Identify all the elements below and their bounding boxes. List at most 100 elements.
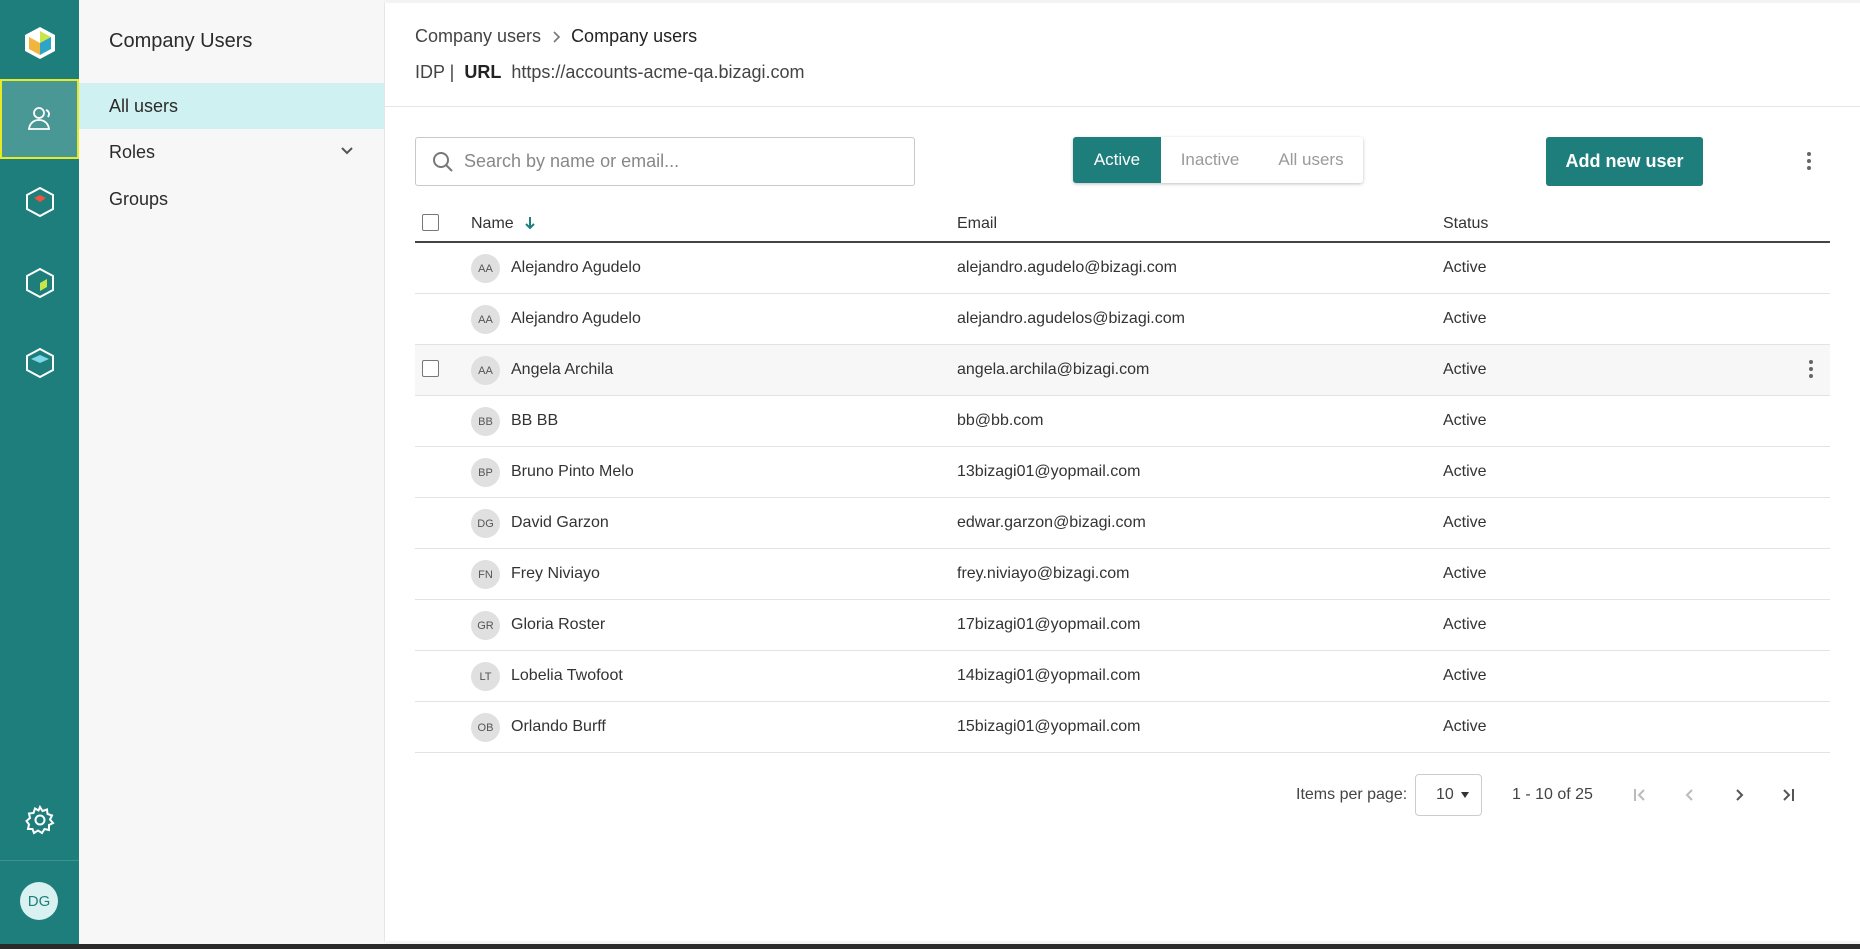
sidebar-item-roles[interactable]: Roles	[79, 129, 384, 175]
user-email: 14bizagi01@yopmail.com	[957, 667, 1141, 684]
page-range: 1 - 10 of 25	[1512, 786, 1593, 803]
table-row[interactable]: AA Alejandro Agudelo alejandro.agudelos@bi…	[415, 294, 1830, 345]
table-row[interactable]: BP Bruno Pinto Melo 13bizagi01@yopmail.com…	[415, 447, 1830, 498]
table-row[interactable]: FN Frey Niviayo frey.niviayo@bizagi.com Act…	[415, 549, 1830, 600]
status-badge: Active	[1443, 565, 1487, 582]
table-row[interactable]: DG David Garzon edwar.garzon@bizagi.com Act…	[415, 498, 1830, 549]
url-value: https://accounts-acme-qa.bizagi.com	[511, 62, 805, 82]
table-row[interactable]: GR Gloria Roster 17bizagi01@yopmail.com Act…	[415, 600, 1830, 651]
table-row[interactable]: AA Angela Archila angela.archila@bizagi.co…	[415, 345, 1830, 396]
column-header-name[interactable]: Name	[471, 215, 536, 233]
last-page-icon[interactable]	[1777, 784, 1799, 806]
user-name: Alejandro Agudelo	[511, 310, 641, 327]
user-email: alejandro.agudelos@bizagi.com	[957, 310, 1185, 327]
user-avatar[interactable]: DG	[20, 882, 58, 920]
header-divider	[385, 106, 1860, 107]
status-badge: Active	[1443, 310, 1487, 327]
user-name: David Garzon	[511, 514, 609, 531]
url-label: URL	[464, 62, 502, 82]
user-name: Angela Archila	[511, 361, 614, 378]
user-name: Frey Niviayo	[511, 565, 600, 582]
row-checkbox[interactable]	[422, 360, 439, 377]
status-badge: Active	[1443, 718, 1487, 735]
status-badge: Active	[1443, 412, 1487, 429]
user-email: 17bizagi01@yopmail.com	[957, 616, 1141, 633]
avatar: LT	[471, 662, 500, 691]
sort-arrow-down-icon	[525, 217, 535, 230]
bottom-strip	[0, 944, 1860, 949]
column-header-status[interactable]: Status	[1443, 215, 1488, 233]
avatar: AA	[471, 356, 500, 385]
table-body: AA Alejandro Agudelo alejandro.agudelo@biz…	[415, 243, 1830, 753]
sidebar-item-label: Roles	[109, 141, 156, 162]
user-email: frey.niviayo@bizagi.com	[957, 565, 1130, 582]
column-header-email[interactable]: Email	[957, 215, 997, 233]
user-name: Bruno Pinto Melo	[511, 463, 634, 480]
status-badge: Active	[1443, 259, 1487, 276]
row-actions-icon[interactable]	[1801, 360, 1821, 378]
avatar: BP	[471, 458, 500, 487]
column-name-label: Name	[471, 215, 514, 232]
table-header: Name Email Status	[415, 203, 1830, 243]
chevron-right-icon	[553, 30, 561, 43]
pagination: Items per page: 10 1 - 10 of 25	[385, 771, 1860, 817]
users-icon[interactable]	[0, 79, 79, 159]
search-input[interactable]	[464, 151, 884, 172]
avatar: AA	[471, 305, 500, 334]
first-page-icon[interactable]	[1629, 784, 1651, 806]
next-page-icon[interactable]	[1728, 784, 1750, 806]
user-name: Orlando Burff	[511, 718, 606, 735]
items-per-page-select[interactable]: 10	[1415, 774, 1482, 816]
add-new-user-button[interactable]: Add new user	[1546, 137, 1703, 186]
filter-active-button[interactable]: Active	[1073, 137, 1161, 183]
chevron-down-icon	[341, 147, 353, 155]
user-email: bb@bb.com	[957, 412, 1044, 429]
table-row[interactable]: AA Alejandro Agudelo alejandro.agudelo@biz…	[415, 243, 1830, 294]
table-row[interactable]: BB BB BB bb@bb.com Active	[415, 396, 1830, 447]
user-name: Gloria Roster	[511, 616, 606, 633]
user-email: 13bizagi01@yopmail.com	[957, 463, 1141, 480]
select-all-checkbox[interactable]	[422, 214, 439, 231]
avatar: FN	[471, 560, 500, 589]
avatar: BB	[471, 407, 500, 436]
table-row[interactable]: LT Lobelia Twofoot 14bizagi01@yopmail.com A…	[415, 651, 1830, 702]
items-per-page-label: Items per page:	[1296, 786, 1408, 803]
status-badge: Active	[1443, 463, 1487, 480]
sidebar: Company Users All users Roles Groups	[79, 0, 384, 944]
items-per-page-value: 10	[1436, 786, 1454, 803]
status-badge: Active	[1443, 616, 1487, 633]
status-badge: Active	[1443, 514, 1487, 531]
breadcrumb-parent[interactable]: Company users	[415, 26, 541, 47]
filter-inactive-button[interactable]: Inactive	[1161, 137, 1259, 183]
more-options-icon[interactable]	[1799, 152, 1819, 170]
user-email: angela.archila@bizagi.com	[957, 361, 1150, 378]
user-email: 15bizagi01@yopmail.com	[957, 718, 1141, 735]
status-badge: Active	[1443, 361, 1487, 378]
avatar: GR	[471, 611, 500, 640]
sidebar-item-all-users[interactable]: All users	[79, 83, 384, 129]
gear-icon[interactable]	[0, 780, 79, 860]
modeler-icon[interactable]	[0, 243, 79, 323]
sidebar-title: Company Users	[109, 30, 253, 52]
app-logo-icon[interactable]	[0, 3, 79, 83]
sidebar-item-label: Groups	[109, 188, 169, 209]
user-email: edwar.garzon@bizagi.com	[957, 514, 1146, 531]
dropdown-arrow-icon	[1461, 792, 1469, 798]
table-row[interactable]: OB Orlando Burff 15bizagi01@yopmail.com Act…	[415, 702, 1830, 753]
filter-all-users-button[interactable]: All users	[1259, 137, 1363, 183]
app-rail: DG	[0, 0, 79, 944]
status-filter: Active Inactive All users	[1073, 137, 1363, 183]
previous-page-icon[interactable]	[1679, 784, 1701, 806]
user-name: Alejandro Agudelo	[511, 259, 641, 276]
sidebar-item-groups[interactable]: Groups	[79, 176, 384, 222]
status-badge: Active	[1443, 667, 1487, 684]
user-email: alejandro.agudelo@bizagi.com	[957, 259, 1177, 276]
studio-icon[interactable]	[0, 162, 79, 242]
idp-url-line: IDP | URL https://accounts-acme-qa.bizag…	[415, 62, 805, 83]
avatar: AA	[471, 254, 500, 283]
user-name: Lobelia Twofoot	[511, 667, 623, 684]
avatar: OB	[471, 713, 500, 742]
search-box	[415, 137, 915, 186]
automation-icon[interactable]	[0, 323, 79, 403]
avatar: DG	[471, 509, 500, 538]
